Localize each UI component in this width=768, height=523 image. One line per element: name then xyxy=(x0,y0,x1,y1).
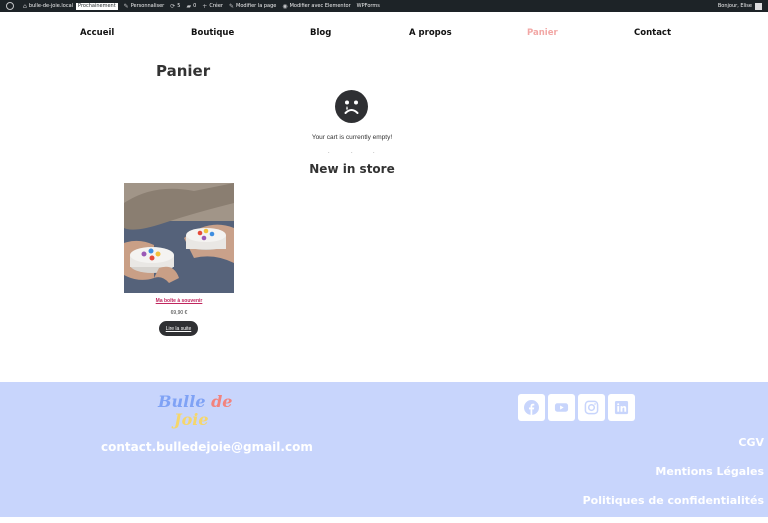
admin-edit-page[interactable]: ✎ Modifier la page xyxy=(226,0,279,12)
home-icon: ⌂ xyxy=(23,2,27,10)
link-cgv[interactable]: CGV xyxy=(583,436,764,465)
sad-face-icon xyxy=(335,90,368,123)
footer-links: CGV Mentions Légales Politiques de confi… xyxy=(583,436,764,523)
admin-comments[interactable]: ▰ 0 xyxy=(183,0,199,12)
product-name-link[interactable]: Ma boîte à souvenir xyxy=(124,298,234,304)
logo-word-joie: Joie xyxy=(174,410,209,429)
nav-item-boutique[interactable]: Boutique xyxy=(191,28,234,38)
plus-icon: + xyxy=(202,2,208,10)
instagram-icon xyxy=(584,400,599,415)
logo-word-de: de xyxy=(211,392,233,411)
nav-item-contact[interactable]: Contact xyxy=(634,28,671,38)
dot-divider: · xyxy=(373,150,375,156)
linkedin-link[interactable] xyxy=(608,394,635,421)
nav-item-panier[interactable]: Panier xyxy=(527,28,558,38)
wordpress-logo-icon[interactable] xyxy=(0,0,20,12)
coming-soon-badge: Prochainement xyxy=(76,2,118,10)
comment-icon: ▰ xyxy=(186,2,192,10)
admin-site-name[interactable]: ⌂ bulle-de-joie.local Prochainement xyxy=(20,0,121,12)
admin-bar: ⌂ bulle-de-joie.local Prochainement ✎ Pe… xyxy=(0,0,768,12)
dot-divider: · xyxy=(328,150,330,156)
admin-new[interactable]: + Créer xyxy=(199,0,226,12)
pencil-icon: ✎ xyxy=(228,2,234,10)
admin-customize[interactable]: ✎ Personnaliser xyxy=(121,0,168,12)
avatar xyxy=(755,2,762,10)
link-privacy-policy[interactable]: Politiques de confidentialités xyxy=(583,494,764,523)
contact-email[interactable]: contact.bulledejoie@gmail.com xyxy=(101,440,313,454)
site-footer: Bulle de Joie contact.bulledejoie@gmail.… xyxy=(0,382,768,517)
site-logo[interactable]: Bulle de Joie xyxy=(158,392,232,429)
new-in-store-heading: New in store xyxy=(309,162,395,176)
product-price: 69,90 € xyxy=(170,310,188,316)
elementor-icon: ◉ xyxy=(282,2,288,10)
brush-icon: ✎ xyxy=(123,2,129,10)
dot-divider: · xyxy=(351,150,353,156)
admin-edit-elementor[interactable]: ◉ Modifier avec Elementor xyxy=(279,0,353,12)
empty-cart-message: Your cart is currently empty! xyxy=(311,134,393,141)
page-title: Panier xyxy=(156,62,211,80)
youtube-link[interactable] xyxy=(548,394,575,421)
facebook-link[interactable] xyxy=(518,394,545,421)
main-nav: Accueil Boutique Blog A propos Panier Co… xyxy=(0,28,768,44)
social-links xyxy=(518,394,635,421)
logo-word-bulle: Bulle xyxy=(158,392,206,411)
facebook-icon xyxy=(524,400,539,415)
admin-account[interactable]: Bonjour, Elise xyxy=(718,2,768,10)
nav-item-blog[interactable]: Blog xyxy=(310,28,331,38)
admin-wpforms[interactable]: WPForms xyxy=(354,0,383,12)
linkedin-icon xyxy=(614,400,629,415)
product-image[interactable] xyxy=(124,183,234,293)
nav-item-a-propos[interactable]: A propos xyxy=(409,28,452,38)
link-mentions-legales[interactable]: Mentions Légales xyxy=(583,465,764,494)
nav-item-accueil[interactable]: Accueil xyxy=(80,28,114,38)
instagram-link[interactable] xyxy=(578,394,605,421)
admin-updates[interactable]: ⟳ 5 xyxy=(167,0,183,12)
youtube-icon xyxy=(554,403,569,412)
refresh-icon: ⟳ xyxy=(170,2,176,10)
read-more-button[interactable]: Lire la suite xyxy=(159,321,198,336)
